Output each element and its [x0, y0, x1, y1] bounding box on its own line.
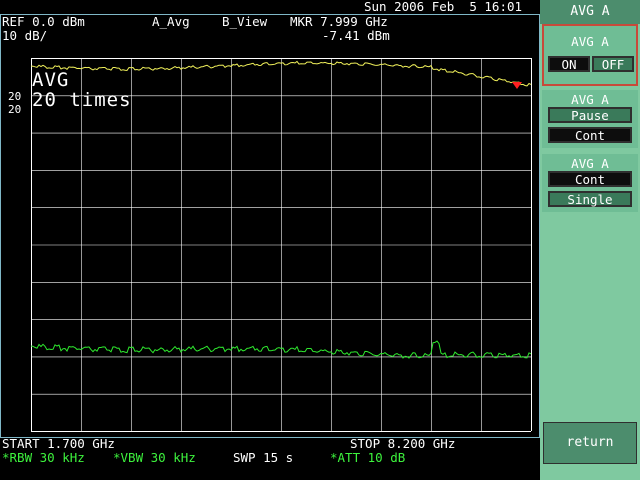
attenuation-setting: *ATT 10 dB — [330, 450, 406, 465]
avg-pause-label: AVG A — [571, 92, 609, 107]
datetime: Sun 2006 Feb 5 16:01 — [364, 0, 523, 14]
return-button[interactable]: return — [543, 422, 637, 464]
marker-icon — [512, 82, 522, 89]
avg-sweep-softkey[interactable]: AVG A Cont Single — [542, 154, 638, 212]
sweep-counter-top: 20 — [8, 90, 22, 103]
softkey-panel: AVG A AVG A ON OFF AVG A Pause Cont AVG … — [540, 0, 640, 480]
sweep-counter-bottom: 20 — [8, 103, 22, 116]
stop-frequency: STOP 8.200 GHz — [350, 436, 456, 451]
vbw-setting: *VBW 30 kHz — [113, 450, 196, 465]
pause-button[interactable]: Pause — [548, 107, 632, 123]
trace-b-line — [31, 340, 532, 359]
avg-sweep-label: AVG A — [571, 156, 609, 171]
sweep-time: SWP 15 s — [233, 450, 294, 465]
panel-title: AVG A — [540, 0, 640, 24]
trace-a-line — [31, 60, 532, 87]
single-button[interactable]: Single — [548, 191, 632, 207]
avg-onoff-label: AVG A — [571, 34, 609, 49]
avg-count: 20 times — [32, 89, 132, 111]
cont-sweep-button[interactable]: Cont — [548, 171, 632, 187]
avg-pause-softkey[interactable]: AVG A Pause Cont — [542, 90, 638, 148]
graticule-grid — [31, 58, 532, 432]
spectrum-display — [31, 58, 532, 432]
avg-on-button[interactable]: ON — [548, 56, 590, 72]
start-frequency: START 1.700 GHz — [2, 436, 115, 451]
avg-label: AVG — [32, 69, 70, 91]
cont-button[interactable]: Cont — [548, 127, 632, 143]
rbw-setting: *RBW 30 kHz — [2, 450, 85, 465]
avg-off-button[interactable]: OFF — [592, 56, 634, 72]
avg-onoff-softkey[interactable]: AVG A ON OFF — [542, 24, 638, 86]
